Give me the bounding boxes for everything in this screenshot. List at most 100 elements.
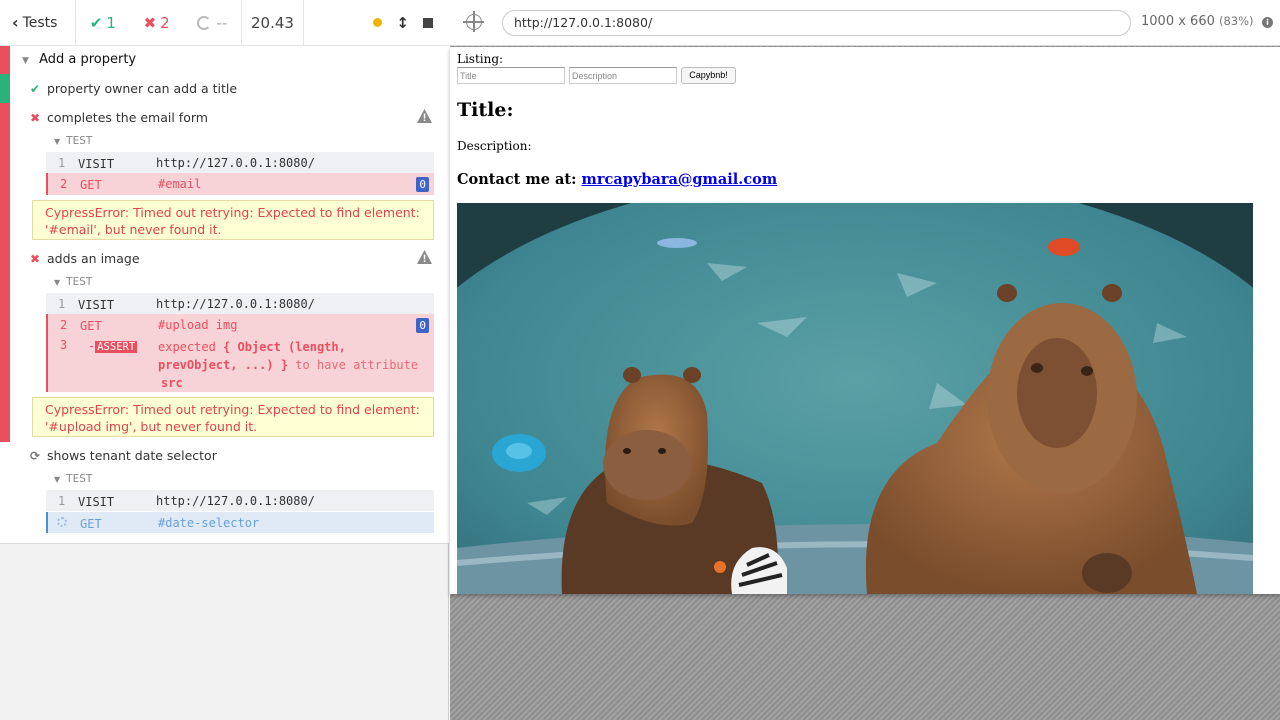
app-iframe: Listing: Title Description Capybnb! Titl… [450, 47, 1280, 594]
listing-title-heading: Title: [457, 99, 514, 121]
command-name: GET [80, 178, 102, 192]
assert-text: to have attribute [295, 358, 419, 372]
description-input[interactable]: Description [569, 67, 677, 84]
info-icon[interactable]: i [1262, 17, 1273, 28]
command-message: #email [158, 177, 202, 191]
stop-icon[interactable] [423, 17, 433, 28]
caret-down-icon: ▼ [54, 475, 61, 484]
refresh-icon: ⟳ [30, 448, 41, 463]
pending-stat[interactable]: -- [197, 14, 227, 32]
suite-title-text: Add a property [39, 52, 137, 67]
contact-email-link[interactable]: mrcapybara@gmail.com [582, 171, 778, 188]
listing-description: Description: [457, 139, 532, 153]
viewport-scale: (83%) [1219, 14, 1254, 28]
command-group-failed[interactable]: 2 GET #upload img 0 3 - ASSERT expected {… [46, 314, 434, 392]
x-icon: ✖ [30, 251, 41, 266]
tests-button[interactable]: ‹ Tests [0, 0, 76, 45]
viewport-size: 1000 x 660 [1141, 14, 1215, 29]
error-line: '#upload img', but never found it. [45, 419, 258, 434]
test-state-strip-failed [0, 103, 10, 442]
warning-icon[interactable] [417, 109, 432, 123]
assert-value: src [161, 376, 183, 390]
reporter-header: ‹ Tests ✔ 1 ✖ 2 -- 20.43 ↕ [0, 0, 449, 46]
command-name: GET [80, 517, 102, 531]
command-visit[interactable]: 1 VISIT http://127.0.0.1:8080/ [46, 490, 434, 511]
caret-down-icon: ▼ [54, 278, 61, 287]
assert-tag: ASSERT [95, 341, 138, 353]
test-title: property owner can add a title [47, 81, 238, 96]
error-message[interactable]: CypressError: Timed out retrying: Expect… [32, 200, 434, 240]
capybnb-submit-button[interactable]: Capybnb! [681, 67, 736, 84]
passed-count: 1 [106, 13, 116, 32]
test-row-date-selector[interactable]: ⟳ shows tenant date selector [30, 448, 217, 463]
viewport-info: 1000 x 660 (83%) [1141, 14, 1254, 29]
test-section-label[interactable]: ▼ TEST [54, 473, 92, 485]
element-count-badge: 0 [416, 318, 429, 333]
command-number: 2 [60, 177, 68, 191]
reporter-panel: ‹ Tests ✔ 1 ✖ 2 -- 20.43 ↕ ▼ Add a prope… [0, 0, 449, 720]
error-line: CypressError: Timed out retrying: Expect… [45, 402, 420, 417]
command-visit[interactable]: 1 VISIT http://127.0.0.1:8080/ [46, 152, 434, 173]
assert-subject: { Object (length, [223, 340, 346, 354]
failed-count: 2 [160, 13, 170, 32]
command-number: 3 [60, 338, 68, 352]
title-input[interactable]: Title [457, 67, 565, 84]
duration: 20.43 [242, 0, 304, 45]
status-dot-icon [373, 18, 383, 27]
command-number: 1 [58, 297, 66, 311]
command-name: GET [80, 319, 102, 333]
aut-panel: http://127.0.0.1:8080/ 1000 x 660 (83%) … [450, 0, 1280, 720]
test-row-email-form[interactable]: ✖ completes the email form [30, 110, 208, 125]
command-get-failed[interactable]: 2 GET #email 0 [46, 173, 434, 195]
warning-icon[interactable] [417, 250, 432, 264]
tests-label: Tests [22, 14, 58, 31]
command-visit[interactable]: 1 VISIT http://127.0.0.1:8080/ [46, 293, 434, 314]
runnables: ▼ Add a property ✔ property owner can ad… [0, 46, 449, 544]
check-icon: ✔ [89, 13, 103, 32]
pending-icon [197, 15, 212, 30]
test-section-label[interactable]: ▼ TEST [54, 276, 92, 288]
test-section-label[interactable]: ▼ TEST [54, 135, 92, 147]
command-name: VISIT [78, 495, 115, 509]
run-controls: ↕ [304, 0, 449, 45]
test-row-adds-image[interactable]: ✖ adds an image [30, 251, 140, 266]
failed-stat[interactable]: ✖ 2 [144, 14, 170, 32]
command-message: http://127.0.0.1:8080/ [156, 494, 315, 508]
spinner-icon [57, 517, 67, 527]
caret-down-icon: ▼ [54, 137, 61, 146]
passed-stat[interactable]: ✔ 1 [90, 14, 116, 32]
command-name-assert: - ASSERT [88, 339, 138, 353]
check-icon: ✔ [30, 81, 41, 96]
suite-state-strip [0, 46, 10, 74]
command-name: VISIT [78, 157, 115, 171]
test-title: adds an image [47, 251, 140, 266]
capybara-photo [457, 203, 1253, 594]
stats-bar: ✔ 1 ✖ 2 -- [76, 0, 242, 45]
error-line: CypressError: Timed out retrying: Expect… [45, 205, 420, 220]
assert-text: expected [158, 340, 216, 354]
error-line: '#email', but never found it. [45, 222, 222, 237]
command-message-assert: expected { Object (length, prevObject, .… [158, 338, 430, 392]
command-name: VISIT [78, 298, 115, 312]
command-message: #date-selector [158, 516, 260, 530]
test-row-add-title[interactable]: ✔ property owner can add a title [30, 81, 237, 96]
auto-scroll-icon[interactable]: ↕ [396, 14, 409, 32]
test-title: shows tenant date selector [47, 448, 217, 463]
assert-subject: prevObject, ...) } [158, 358, 289, 372]
url-bar[interactable]: http://127.0.0.1:8080/ [502, 10, 1131, 36]
pending-count: -- [216, 13, 228, 32]
listing-label: Listing: [457, 52, 504, 66]
chevron-left-icon: ‹ [12, 13, 19, 32]
error-message[interactable]: CypressError: Timed out retrying: Expect… [32, 397, 434, 437]
suite-title[interactable]: ▼ Add a property [22, 52, 136, 67]
command-number: 1 [58, 494, 66, 508]
caret-down-icon: ▼ [22, 56, 29, 66]
x-icon: ✖ [143, 13, 157, 32]
command-get-pending[interactable]: GET #date-selector [46, 512, 434, 533]
command-number: 2 [60, 318, 68, 332]
contact-line: Contact me at: mrcapybara@gmail.com [457, 171, 777, 188]
x-icon: ✖ [30, 110, 41, 125]
selector-playground-icon[interactable] [463, 11, 484, 32]
aut-header: http://127.0.0.1:8080/ 1000 x 660 (83%) … [450, 0, 1280, 46]
element-count-badge: 0 [416, 177, 429, 192]
